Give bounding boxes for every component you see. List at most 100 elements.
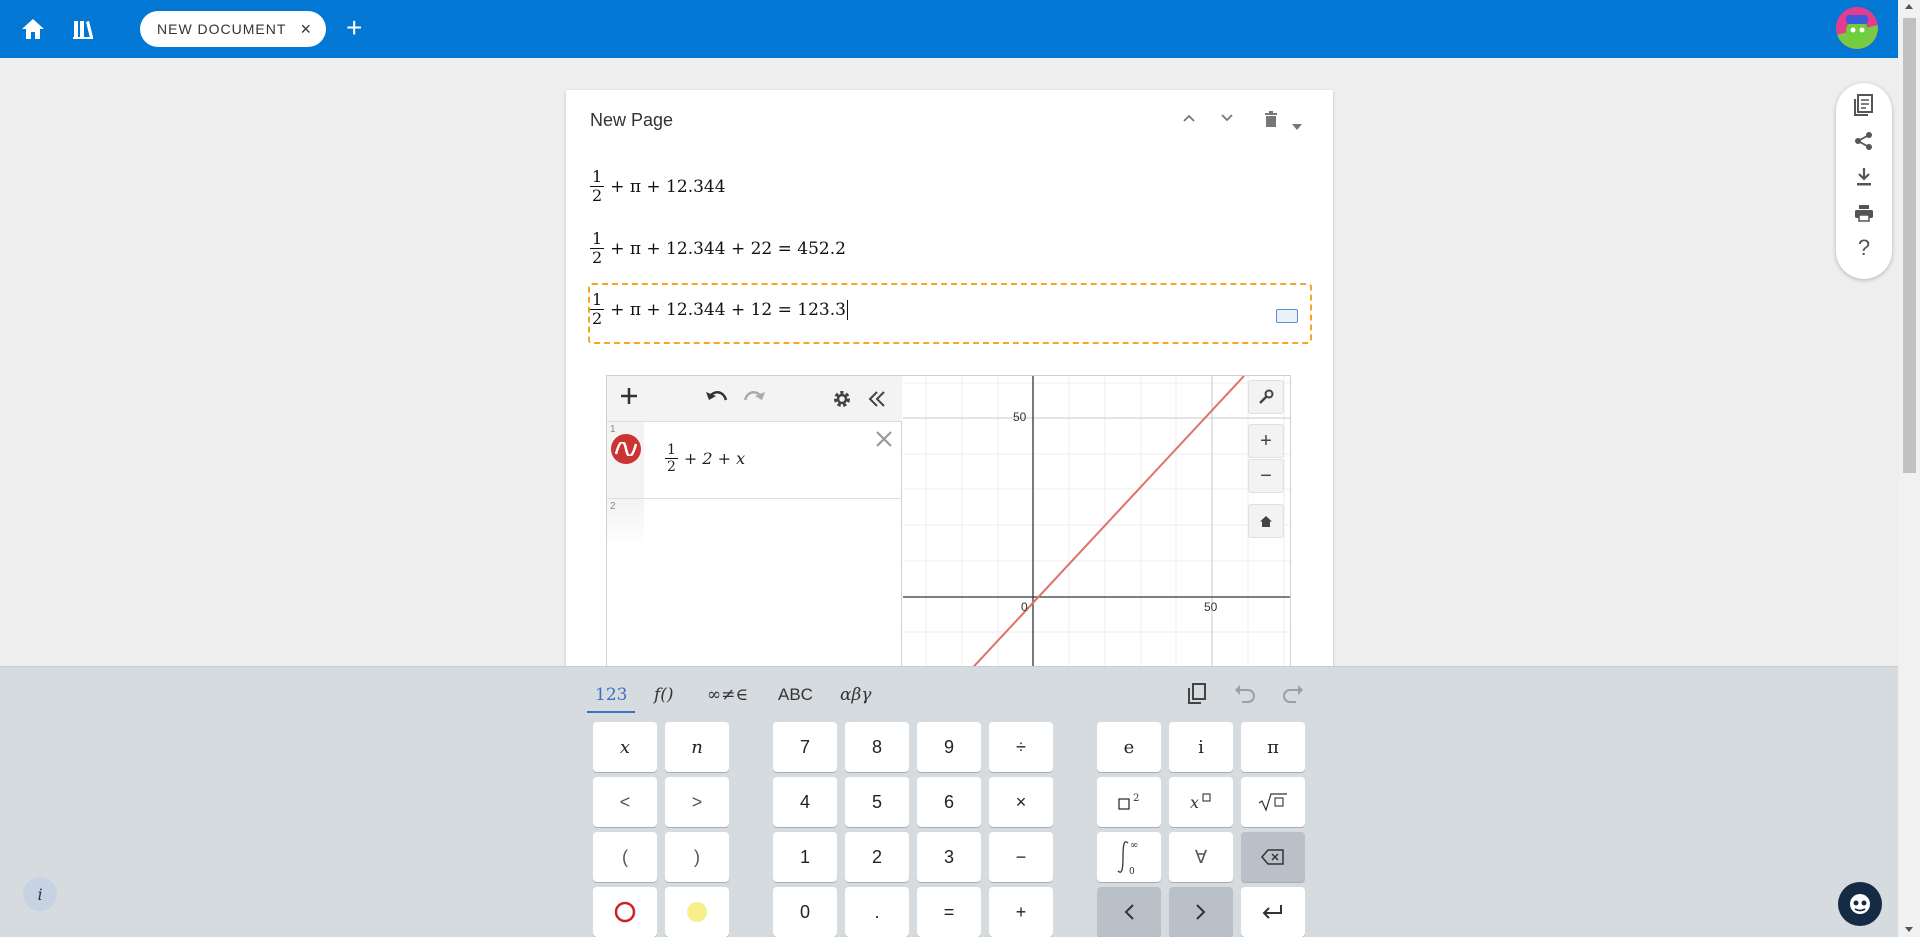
redo-icon[interactable]	[742, 388, 766, 411]
page-title[interactable]: New Page	[590, 110, 673, 131]
origin-label: 0	[1021, 600, 1028, 614]
key-multiply[interactable]: ×	[989, 777, 1053, 827]
key-right-arrow-icon[interactable]	[1169, 887, 1233, 937]
trash-icon[interactable]	[1264, 111, 1278, 130]
scroll-down-icon[interactable]	[1905, 927, 1913, 932]
math-line-1[interactable]: 12 + π + 12.344	[590, 168, 726, 205]
settings-gear-icon[interactable]	[832, 389, 852, 414]
key-4[interactable]: 4	[773, 777, 837, 827]
scrollbar-thumb[interactable]	[1903, 18, 1916, 473]
print-icon[interactable]	[1852, 201, 1876, 225]
scroll-up-icon[interactable]	[1905, 4, 1913, 9]
algebra-toolbar	[607, 376, 902, 422]
algebra-row-2[interactable]: 2	[607, 499, 902, 689]
close-tab-button[interactable]: ×	[300, 20, 312, 38]
document-icon[interactable]	[1852, 93, 1876, 117]
graph-canvas	[903, 376, 1290, 689]
key-divide[interactable]: ÷	[989, 722, 1053, 772]
key-open-paren[interactable]: (	[593, 832, 657, 882]
y-tick-label: 50	[1013, 410, 1027, 424]
graphics-settings-wrench-icon[interactable]	[1248, 380, 1284, 414]
key-less-than[interactable]: <	[593, 777, 657, 827]
key-7[interactable]: 7	[773, 722, 837, 772]
keyboard-icon[interactable]	[1276, 309, 1298, 323]
add-icon[interactable]	[619, 386, 639, 411]
key-6[interactable]: 6	[917, 777, 981, 827]
fraction: 12	[590, 229, 605, 267]
info-button[interactable]: i	[23, 877, 57, 911]
avatar[interactable]	[1836, 7, 1878, 49]
row-expression[interactable]: 12 + 2 + x	[665, 442, 745, 475]
key-decimal[interactable]: .	[845, 887, 909, 937]
key-2[interactable]: 2	[845, 832, 909, 882]
move-down-icon[interactable]	[1220, 110, 1234, 126]
keyboard-redo-icon[interactable]	[1282, 683, 1304, 708]
key-9[interactable]: 9	[917, 722, 981, 772]
share-icon[interactable]	[1852, 129, 1876, 153]
expression: + π + 12.344	[610, 176, 726, 197]
tab-symbols[interactable]: ∞≠∈	[707, 685, 748, 705]
key-enter-icon[interactable]	[1241, 887, 1305, 937]
key-left-arrow-icon[interactable]	[1097, 887, 1161, 937]
function-visibility-icon[interactable]	[611, 434, 641, 464]
key-circle-point-icon[interactable]	[593, 887, 657, 937]
add-tab-button[interactable]: +	[346, 14, 362, 42]
download-icon[interactable]	[1852, 165, 1876, 189]
key-8[interactable]: 8	[845, 722, 909, 772]
key-minus[interactable]: −	[989, 832, 1053, 882]
text-cursor	[846, 299, 848, 320]
algebra-row-1[interactable]: 1 12 + 2 + x	[607, 422, 902, 499]
key-sqrt-icon[interactable]	[1241, 777, 1305, 827]
svg-text:0: 0	[1129, 867, 1135, 877]
key-for-all[interactable]: ∀	[1169, 832, 1233, 882]
key-e[interactable]: e	[1097, 722, 1161, 772]
key-0[interactable]: 0	[773, 887, 837, 937]
zoom-out-button[interactable]: −	[1248, 459, 1284, 493]
key-3[interactable]: 3	[917, 832, 981, 882]
zoom-in-button[interactable]: +	[1248, 424, 1284, 458]
tab-numbers[interactable]: 123	[587, 685, 636, 713]
library-icon[interactable]	[68, 14, 98, 44]
home-icon[interactable]	[18, 14, 48, 44]
graphing-widget: 1 12 + 2 + x 2 50 0 50 + −	[606, 375, 1291, 690]
top-bar: NEW DOCUMENT × +	[0, 0, 1898, 58]
key-pi[interactable]: π	[1241, 722, 1305, 772]
key-plus[interactable]: +	[989, 887, 1053, 937]
document-tab[interactable]: NEW DOCUMENT ×	[140, 11, 326, 47]
delete-row-icon[interactable]	[875, 430, 893, 453]
caret-down-icon[interactable]	[1292, 117, 1302, 133]
key-square-icon[interactable]: 2	[1097, 777, 1161, 827]
expression: + π + 12.344 + 12 = 123.3	[610, 299, 846, 320]
graphics-view[interactable]: 50 0 50 + −	[903, 376, 1290, 689]
page-scrollbar[interactable]	[1899, 0, 1920, 937]
assistant-fab-icon[interactable]	[1838, 882, 1882, 926]
tab-letters[interactable]: ABC	[778, 685, 813, 705]
keyboard-undo-icon[interactable]	[1234, 683, 1256, 708]
move-up-icon[interactable]	[1182, 110, 1196, 126]
key-5[interactable]: 5	[845, 777, 909, 827]
key-integral-icon[interactable]: ∞ 0	[1097, 832, 1161, 882]
expression: + 2 + x	[683, 449, 746, 468]
row-index: 2	[610, 501, 616, 512]
x-tick-label: 50	[1204, 600, 1218, 614]
key-power-icon[interactable]: x	[1169, 777, 1233, 827]
key-n[interactable]: n	[665, 722, 729, 772]
help-icon[interactable]: ?	[1852, 235, 1876, 260]
math-line-2[interactable]: 12 + π + 12.344 + 22 = 452.2	[590, 230, 846, 267]
key-i[interactable]: i	[1169, 722, 1233, 772]
key-greater-than[interactable]: >	[665, 777, 729, 827]
tab-functions[interactable]: f()	[654, 685, 674, 705]
key-x[interactable]: x	[593, 722, 657, 772]
key-equals[interactable]: =	[917, 887, 981, 937]
tab-greek[interactable]: αβγ	[840, 685, 871, 705]
row-index: 1	[610, 424, 616, 435]
copy-icon[interactable]	[1187, 683, 1207, 710]
key-close-paren[interactable]: )	[665, 832, 729, 882]
undo-icon[interactable]	[705, 388, 729, 411]
key-1[interactable]: 1	[773, 832, 837, 882]
collapse-panel-icon[interactable]	[867, 389, 887, 414]
key-highlight-icon[interactable]	[665, 887, 729, 937]
math-line-3[interactable]: 12 + π + 12.344 + 12 = 123.3	[590, 291, 848, 328]
standard-view-home-icon[interactable]	[1248, 504, 1284, 538]
key-backspace-icon[interactable]	[1241, 832, 1305, 882]
